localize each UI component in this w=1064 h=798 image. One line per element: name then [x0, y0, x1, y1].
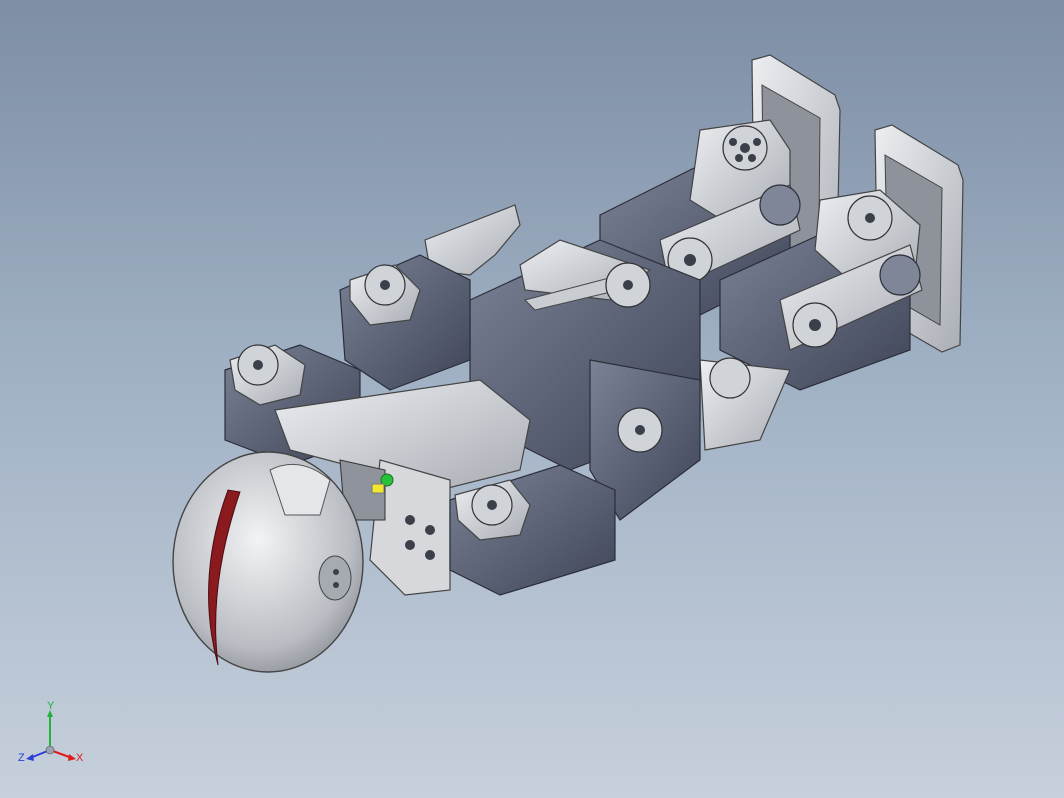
- axis-triad: Y X Z: [18, 700, 84, 764]
- triad-z-label: Z: [18, 752, 25, 764]
- triad-y-label: Y: [47, 700, 55, 712]
- cad-viewport[interactable]: Y X Z: [0, 0, 1064, 798]
- lower-finger: [449, 464, 616, 596]
- robot-arm-model[interactable]: [0, 0, 1064, 798]
- head-sphere: [172, 451, 386, 673]
- triad-x-label: X: [76, 752, 84, 764]
